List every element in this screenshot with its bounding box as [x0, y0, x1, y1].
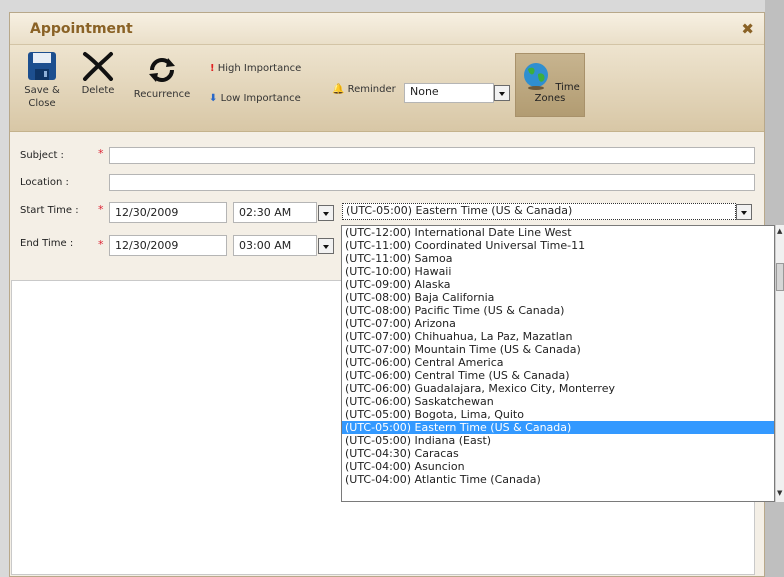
low-importance-button[interactable]: ⬇ Low Importance — [209, 93, 301, 104]
timezone-option[interactable]: (UTC-11:00) Samoa — [342, 252, 774, 265]
timezone-select[interactable]: (UTC-05:00) Eastern Time (US & Canada) — [342, 203, 736, 220]
timezone-option[interactable]: (UTC-05:00) Bogota, Lima, Quito — [342, 408, 774, 421]
timezone-option[interactable]: (UTC-06:00) Central America — [342, 356, 774, 369]
delete-button[interactable]: Delete — [76, 51, 120, 97]
save-close-button[interactable]: Save & Close — [20, 51, 64, 110]
high-importance-label: High Importance — [217, 63, 302, 74]
timezone-option[interactable]: (UTC-11:00) Coordinated Universal Time-1… — [342, 239, 774, 252]
end-time-input[interactable]: 03:00 AM — [233, 235, 317, 256]
end-time-dropdown-arrow[interactable] — [318, 238, 334, 254]
timezone-option[interactable]: (UTC-08:00) Baja California — [342, 291, 774, 304]
start-required-mark: * — [98, 203, 104, 216]
location-label: Location : — [20, 177, 69, 188]
low-importance-label: Low Importance — [220, 93, 301, 104]
bell-icon: 🔔 — [332, 84, 345, 95]
timezone-list-scrollbar[interactable]: ▲ ▼ — [775, 225, 784, 502]
scroll-thumb[interactable] — [776, 263, 784, 291]
high-importance-button[interactable]: ! High Importance — [210, 63, 301, 74]
timezone-option[interactable]: (UTC-05:00) Indiana (East) — [342, 434, 774, 447]
timezone-option[interactable]: (UTC-04:30) Caracas — [342, 447, 774, 460]
time-zones-button[interactable]: Time Zones — [515, 53, 585, 117]
subject-required-mark: * — [98, 147, 104, 160]
reminder-select[interactable]: None — [404, 83, 494, 103]
timezone-option[interactable]: (UTC-05:00) Eastern Time (US & Canada) — [342, 421, 774, 434]
save-label-2: Close — [28, 98, 56, 109]
dialog-title: Appointment — [30, 21, 133, 37]
end-time-label: End Time : — [20, 238, 74, 249]
timezone-option[interactable]: (UTC-07:00) Chihuahua, La Paz, Mazatlan — [342, 330, 774, 343]
location-input[interactable] — [109, 174, 755, 191]
timezone-option[interactable]: (UTC-04:00) Atlantic Time (Canada) — [342, 473, 774, 486]
timezone-dropdown-arrow[interactable] — [736, 204, 752, 220]
timezone-option[interactable]: (UTC-06:00) Central Time (US & Canada) — [342, 369, 774, 382]
subject-input[interactable] — [109, 147, 755, 164]
timezone-dropdown-list[interactable]: (UTC-12:00) International Date Line West… — [341, 225, 775, 502]
delete-icon — [83, 52, 113, 81]
start-time-input[interactable]: 02:30 AM — [233, 202, 317, 223]
title-bar: Appointment ✖ — [10, 13, 764, 45]
timezone-option[interactable]: (UTC-06:00) Saskatchewan — [342, 395, 774, 408]
reminder-dropdown-arrow[interactable] — [494, 85, 510, 101]
toolbar-ribbon: Save & Close Delete Recurrence ! High Im… — [10, 45, 764, 132]
close-icon[interactable]: ✖ — [741, 20, 754, 38]
save-icon — [28, 52, 56, 80]
timezone-option[interactable]: (UTC-12:00) International Date Line West — [342, 226, 774, 239]
timezone-option[interactable]: (UTC-08:00) Pacific Time (US & Canada) — [342, 304, 774, 317]
reminder-group: 🔔 Reminder — [332, 84, 396, 95]
scroll-up-arrow-icon[interactable]: ▲ — [777, 227, 782, 235]
reminder-label: Reminder — [347, 84, 396, 95]
scroll-down-arrow-icon[interactable]: ▼ — [777, 489, 782, 497]
subject-label: Subject : — [20, 150, 64, 161]
end-date-input[interactable]: 12/30/2009 — [109, 235, 227, 256]
recurrence-button[interactable]: Recurrence — [132, 55, 192, 101]
start-time-label: Start Time : — [20, 205, 79, 216]
delete-label: Delete — [81, 85, 115, 96]
timezone-option[interactable]: (UTC-07:00) Arizona — [342, 317, 774, 330]
recurrence-icon — [149, 58, 175, 82]
timezone-option[interactable]: (UTC-09:00) Alaska — [342, 278, 774, 291]
timezone-option[interactable]: (UTC-06:00) Guadalajara, Mexico City, Mo… — [342, 382, 774, 395]
end-required-mark: * — [98, 238, 104, 251]
timezone-option[interactable]: (UTC-10:00) Hawaii — [342, 265, 774, 278]
save-label-1: Save & — [24, 85, 60, 96]
timezone-option[interactable]: (UTC-07:00) Mountain Time (US & Canada) — [342, 343, 774, 356]
exclamation-icon: ! — [210, 63, 215, 74]
down-arrow-icon: ⬇ — [209, 93, 218, 104]
start-date-input[interactable]: 12/30/2009 — [109, 202, 227, 223]
globe-icon — [524, 63, 549, 90]
start-time-dropdown-arrow[interactable] — [318, 205, 334, 221]
timezone-option[interactable]: (UTC-04:00) Asuncion — [342, 460, 774, 473]
recurrence-label: Recurrence — [133, 89, 191, 100]
